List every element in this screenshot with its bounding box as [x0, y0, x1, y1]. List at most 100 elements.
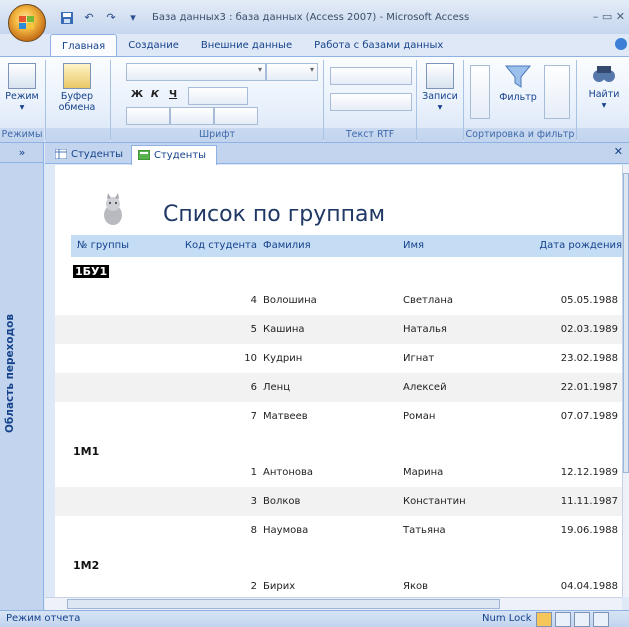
- column-header-group: № группы: [71, 235, 157, 257]
- group-code[interactable]: 1М2: [73, 559, 99, 572]
- nav-pane-toggle[interactable]: »: [0, 143, 44, 163]
- font-color-button[interactable]: [126, 107, 170, 125]
- filter-icon: [504, 65, 532, 88]
- help-icon[interactable]: [615, 38, 627, 50]
- group-code[interactable]: 1М1: [73, 445, 99, 458]
- clipboard-button[interactable]: Буфер обмена: [52, 63, 102, 113]
- cell-student-id: 5: [250, 324, 257, 335]
- cell-birthdate: 19.06.1988: [560, 525, 618, 536]
- cell-student-id: 6: [250, 382, 257, 393]
- column-header-student-id: Код студента: [154, 235, 261, 257]
- tab-create[interactable]: Создание: [117, 34, 190, 56]
- customize-qat-icon[interactable]: ▾: [126, 11, 140, 25]
- cell-surname: Кашина: [263, 324, 305, 335]
- cell-surname: Антонова: [263, 467, 313, 478]
- records-button[interactable]: Записи ▾: [418, 63, 462, 113]
- find-button[interactable]: Найти ▾: [582, 63, 626, 111]
- group-label-records: [417, 128, 463, 142]
- table-row[interactable]: 6 Ленц Алексей 22.01.1987: [55, 373, 622, 402]
- sort-buttons[interactable]: [470, 65, 490, 119]
- cell-surname: Волков: [263, 496, 301, 507]
- cell-name: Константин: [403, 496, 466, 507]
- cell-birthdate: 11.11.1987: [560, 496, 618, 507]
- table-row[interactable]: 8 Наумова Татьяна 19.06.1988: [55, 516, 622, 545]
- office-button[interactable]: [8, 4, 46, 42]
- horizontal-scroll-thumb[interactable]: [67, 599, 500, 609]
- report-view-icon[interactable]: [536, 612, 552, 627]
- table-row[interactable]: 10 Кудрин Игнат 23.02.1988: [55, 344, 622, 373]
- tab-database-tools[interactable]: Работа с базами данных: [303, 34, 454, 56]
- cell-name: Марина: [403, 467, 444, 478]
- table-icon: [55, 149, 67, 159]
- title-bar: ↶ ↷ ▾ База данных3 : база данных (Access…: [0, 0, 629, 34]
- table-row[interactable]: 5 Кашина Наталья 02.03.1989: [55, 315, 622, 344]
- table-row[interactable]: 3 Волков Константин 11.11.1987: [55, 487, 622, 516]
- redo-icon[interactable]: ↷: [104, 11, 118, 25]
- tab-external-data[interactable]: Внешние данные: [190, 34, 303, 56]
- view-icon: [8, 63, 36, 89]
- group-label-views: Режимы: [0, 128, 44, 142]
- cell-student-id: 8: [250, 525, 257, 536]
- advanced-filter-buttons[interactable]: [544, 65, 570, 119]
- cell-name: Роман: [403, 411, 436, 422]
- fill-color-button[interactable]: [170, 107, 214, 125]
- cell-name: Наталья: [403, 324, 447, 335]
- group-label-font: Шрифт: [111, 128, 323, 142]
- bold-button[interactable]: Ж: [128, 87, 146, 103]
- column-header-surname: Фамилия: [259, 235, 400, 257]
- cell-surname: Наумова: [263, 525, 309, 536]
- cell-birthdate: 23.02.1988: [560, 353, 618, 364]
- view-button[interactable]: Режим ▾: [4, 63, 40, 113]
- group-label-find: [577, 128, 629, 142]
- status-text: Режим отчета: [6, 613, 81, 624]
- cell-student-id: 2: [250, 581, 257, 592]
- cell-name: Светлана: [403, 295, 454, 306]
- group-label-sort-filter: Сортировка и фильтр: [464, 128, 576, 142]
- doc-tab-students-table[interactable]: Студенты: [49, 145, 133, 164]
- vertical-scrollbar[interactable]: [622, 165, 629, 597]
- doc-tab-students-report[interactable]: Студенты: [131, 145, 218, 166]
- layout-view-icon[interactable]: [574, 612, 590, 627]
- rtf-indent-buttons[interactable]: [330, 67, 412, 85]
- tab-home[interactable]: Главная: [50, 34, 118, 57]
- table-row[interactable]: 2 Бирих Яков 04.04.1988: [55, 572, 622, 597]
- window-controls[interactable]: – ▭ ✕: [593, 10, 625, 23]
- rtf-list-buttons[interactable]: [330, 93, 412, 111]
- report-title: Список по группам: [163, 202, 386, 227]
- horizontal-scrollbar[interactable]: [45, 597, 622, 610]
- filter-button[interactable]: Фильтр: [496, 63, 540, 103]
- group-code[interactable]: 1БУ1: [73, 265, 110, 278]
- navigation-pane[interactable]: » Область переходов: [0, 143, 44, 610]
- table-row[interactable]: 7 Матвеев Роман 07.07.1989: [55, 402, 622, 431]
- underline-button[interactable]: Ч: [164, 87, 182, 103]
- group-header-row: 1БУ1: [55, 259, 622, 286]
- cell-name: Игнат: [403, 353, 435, 364]
- records-icon: [426, 63, 454, 89]
- gridlines-button[interactable]: [214, 107, 258, 125]
- group-header-row: 1М1: [55, 431, 622, 458]
- cell-surname: Волошина: [263, 295, 317, 306]
- save-icon[interactable]: [60, 11, 74, 25]
- close-document-icon[interactable]: ✕: [614, 145, 623, 158]
- cell-name: Алексей: [403, 382, 447, 393]
- office-logo-icon: [19, 16, 34, 29]
- cell-surname: Матвеев: [263, 411, 308, 422]
- cell-student-id: 1: [250, 467, 257, 478]
- group-label-rtf: Текст RTF: [324, 128, 416, 142]
- cell-student-id: 7: [250, 411, 257, 422]
- font-size-select[interactable]: ▾: [266, 63, 318, 81]
- font-name-select[interactable]: ▾: [126, 63, 266, 81]
- undo-icon[interactable]: ↶: [82, 11, 96, 25]
- table-row[interactable]: 4 Волошина Светлана 05.05.1988: [55, 286, 622, 315]
- design-view-icon[interactable]: [593, 612, 609, 627]
- quick-access-toolbar: ↶ ↷ ▾: [60, 10, 140, 26]
- cell-name: Яков: [403, 581, 428, 592]
- cell-student-id: 10: [244, 353, 257, 364]
- column-header-name: Имя: [399, 235, 507, 257]
- print-preview-icon[interactable]: [555, 612, 571, 627]
- align-buttons[interactable]: [188, 87, 248, 105]
- vertical-scroll-thumb[interactable]: [623, 173, 629, 473]
- table-row[interactable]: 1 Антонова Марина 12.12.1989: [55, 458, 622, 487]
- cell-birthdate: 05.05.1988: [560, 295, 618, 306]
- italic-button[interactable]: К: [146, 87, 164, 103]
